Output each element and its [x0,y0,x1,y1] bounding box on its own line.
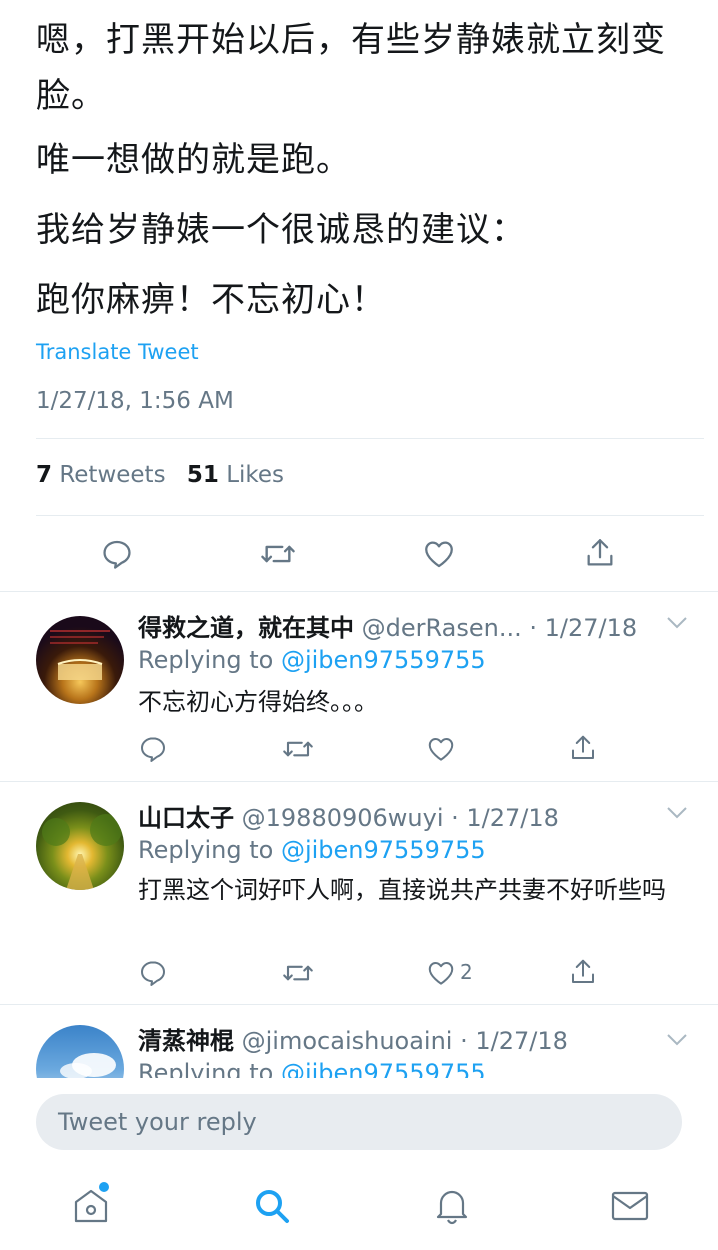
reply-tweet[interactable]: 山口太子 @19880906wuyi · 1/27/18 Replying to… [0,782,718,1004]
replying-to: Replying to @jiben97559755 [138,1059,486,1078]
chevron-down-icon[interactable] [666,1033,688,1047]
replying-to: Replying to @jiben97559755 [138,646,486,674]
tweet-text-paragraph: 跑你麻痹！不忘初心！ [36,280,386,320]
replying-handle[interactable]: @jiben97559755 [281,646,486,674]
avatar[interactable] [36,802,124,890]
retweets-label: Retweets [59,462,166,488]
replying-handle[interactable]: @jiben97559755 [281,1059,486,1078]
replying-label: Replying to [138,646,274,674]
reply-header: 清蒸神棍 @jimocaishuoaini · 1/27/18 [138,1021,568,1056]
reply-header: 山口太子 @19880906wuyi · 1/27/18 [138,798,559,833]
likes-count: 51 [186,462,219,488]
tweet-text-paragraph: 唯一想做的就是跑。 [36,140,351,180]
replying-label: Replying to [138,1059,274,1078]
tweet-timestamp: 1/27/18, 1:56 AM [36,388,234,414]
reply-input[interactable]: Tweet your reply [36,1094,682,1150]
reply-date: · 1/27/18 [529,614,638,642]
like-icon[interactable] [425,958,457,988]
reply-text: 不忘初心方得始终。。。 [138,688,378,716]
replying-label: Replying to [138,836,274,864]
tweet-stats: 7 Retweets 51 Likes [36,462,284,488]
retweet-icon[interactable] [281,734,315,764]
tweet-text-paragraph: 嗯，打黑开始以后，有些岁静婊就立刻变脸。 [36,20,666,116]
user-name[interactable]: 得救之道，就在其中 [138,614,354,642]
reply-tweet[interactable]: 清蒸神棍 @jimocaishuoaini · 1/27/18 Replying… [0,1005,718,1078]
share-icon[interactable] [568,732,598,764]
retweet-icon[interactable] [281,958,315,988]
tweet-text-paragraph: 我给岁静婊一个很诚恳的建议： [36,210,526,250]
likes-label: Likes [226,462,285,488]
user-name[interactable]: 山口太子 [138,804,234,832]
user-name[interactable]: 清蒸神棍 [138,1027,234,1055]
avatar[interactable] [36,1025,124,1078]
search-icon[interactable] [252,1186,292,1230]
notifications-icon[interactable] [433,1186,471,1230]
reply-tweet[interactable]: 得救之道，就在其中 @derRasen... · 1/27/18 Replyin… [0,592,718,782]
like-icon[interactable] [425,734,457,764]
chevron-down-icon[interactable] [666,806,688,820]
divider [36,515,704,516]
reply-icon[interactable] [138,734,168,764]
likes-stat[interactable]: 51 Likes [187,462,284,488]
user-handle[interactable]: @derRasen... [362,614,522,642]
retweets-stat[interactable]: 7 Retweets [36,462,166,488]
like-icon[interactable] [421,537,457,571]
replying-handle[interactable]: @jiben97559755 [281,836,486,864]
retweet-icon[interactable] [259,537,297,571]
reply-input-placeholder: Tweet your reply [58,1108,257,1136]
avatar[interactable] [36,616,124,704]
replying-to: Replying to @jiben97559755 [138,836,486,864]
reply-date: · 1/27/18 [460,1027,568,1055]
reply-text: 打黑这个词好吓人啊，直接说共产共妻不好听些吗 [138,876,666,904]
reply-icon[interactable] [138,958,168,988]
share-icon[interactable] [568,956,598,988]
like-count: 2 [460,960,473,984]
chevron-down-icon[interactable] [666,616,688,630]
divider [36,438,704,439]
reply-date: · 1/27/18 [451,804,559,832]
messages-icon[interactable] [610,1186,650,1230]
translate-tweet-link[interactable]: Translate Tweet [36,340,199,364]
user-handle[interactable]: @jimocaishuoaini [242,1027,453,1055]
notification-dot [99,1182,109,1192]
home-icon[interactable] [72,1182,110,1230]
reply-icon[interactable] [100,537,134,571]
share-icon[interactable] [583,535,617,571]
retweets-count: 7 [36,462,53,488]
reply-header: 得救之道，就在其中 @derRasen... · 1/27/18 [138,608,637,643]
user-handle[interactable]: @19880906wuyi [242,804,444,832]
